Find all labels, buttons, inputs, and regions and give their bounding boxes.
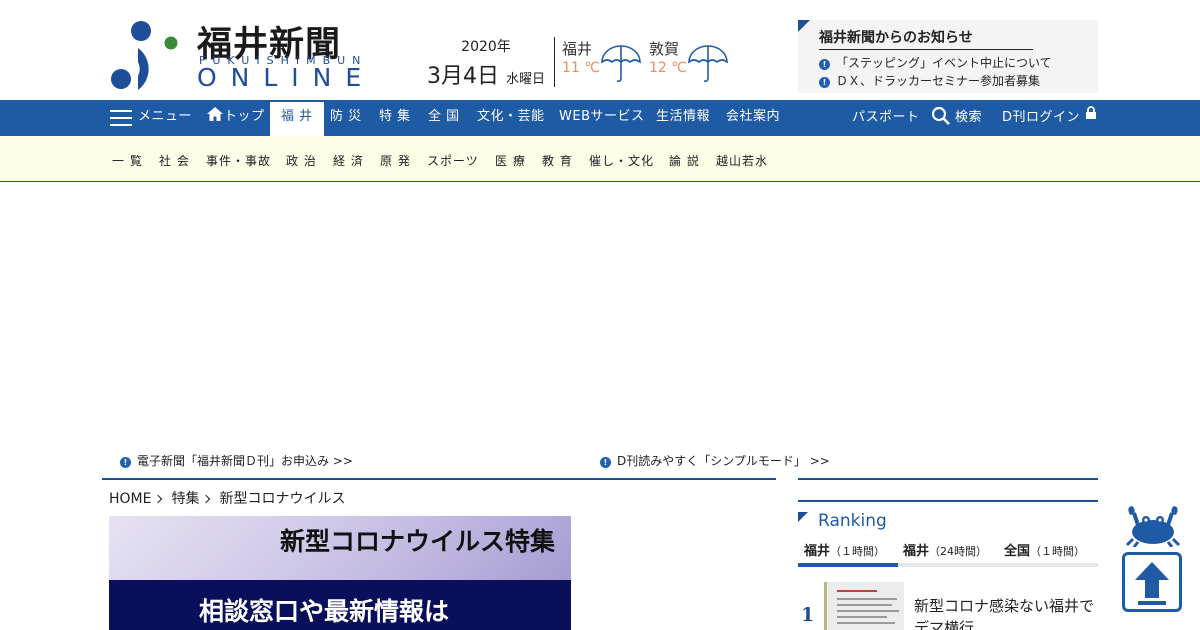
nav-item-fukui[interactable]: 福 井 (270, 102, 324, 136)
breadcrumb: HOME 特集 新型コロナウイルス (109, 488, 345, 508)
site-logo[interactable]: 福井新聞 FUKUISHIMBUN ONLINE (110, 18, 361, 93)
ranking-tab-period: （24時間） (929, 545, 988, 558)
date-day: 3月4日 水曜日 (420, 58, 552, 90)
notice-title: 福井新聞からのお知らせ (819, 27, 1033, 50)
lock-icon (1085, 106, 1096, 119)
date-divider (554, 37, 555, 87)
date-display: 2020年 3月4日 水曜日 (420, 36, 552, 90)
notice-corner (798, 20, 810, 32)
subnav-item[interactable]: 事件・事故 (206, 152, 271, 169)
nav-item-tokushu[interactable]: 特 集 (379, 100, 411, 136)
promo-label: D刊読みやすく「シンプルモード」 >> (617, 454, 830, 468)
ranking-corner (798, 512, 808, 522)
subnav-item[interactable]: 教 育 (542, 152, 573, 169)
banner-subtitle: 相談窓口や最新情報は (199, 597, 450, 626)
chevron-right-icon (154, 494, 163, 504)
weather-temp: 12 ℃ (649, 60, 687, 76)
divider (798, 500, 1098, 502)
subnav-item[interactable]: スポーツ (427, 152, 479, 169)
subnav-item[interactable]: 一 覧 (112, 152, 143, 169)
nav-item-life-info[interactable]: 生活情報 (656, 100, 710, 136)
logo-online: ONLINE (197, 63, 376, 92)
umbrella-icon (601, 45, 641, 82)
ranking-thumbnail[interactable] (824, 582, 904, 630)
nav-item-label: トップ (224, 109, 265, 124)
nav-item-company[interactable]: 会社案内 (726, 100, 780, 136)
weather-city: 福井 (562, 40, 593, 58)
home-icon (207, 107, 223, 121)
search-icon (931, 106, 950, 125)
weather-temp: 11 ℃ (562, 60, 600, 76)
info-icon: ! (600, 457, 611, 468)
ranking-number: 1 (801, 604, 815, 626)
subnav-item[interactable]: 政 治 (286, 152, 317, 169)
promo-label: 電子新聞「福井新聞Ｄ刊」お申込み >> (137, 454, 353, 468)
nav-item-bosai[interactable]: 防 災 (330, 100, 362, 136)
ranking-tab-period: （１時間） (1030, 545, 1086, 558)
subnav-item[interactable]: 催し・文化 (589, 152, 654, 169)
ranking-tab[interactable]: 全国（１時間） (1004, 540, 1085, 559)
subnav-item[interactable]: 経 済 (333, 152, 364, 169)
ranking-tab-period: （１時間） (830, 545, 886, 558)
divider (102, 478, 776, 480)
nav-login[interactable]: D刊ログイン (1002, 101, 1097, 137)
subnav-item[interactable]: 医 療 (495, 152, 526, 169)
ranking-tab-name: 福井 (903, 544, 930, 559)
subnav-item[interactable]: 論 説 (669, 152, 700, 169)
date-day-value: 3月4日 (426, 64, 499, 89)
breadcrumb-current: 新型コロナウイルス (219, 491, 346, 507)
promo-link-simple-mode[interactable]: ! D刊読みやすく「シンプルモード」 >> (600, 452, 830, 469)
ranking-tab-name: 全国 (1004, 544, 1031, 559)
scroll-to-top-button[interactable] (1122, 552, 1182, 612)
nav-item-zenkoku[interactable]: 全 国 (428, 100, 460, 136)
date-year: 2020年 (461, 39, 511, 55)
umbrella-icon (688, 45, 728, 82)
ranking-tab[interactable]: 福井（１時間） (804, 540, 885, 559)
weather-fukui[interactable]: 福井 11 ℃ (562, 38, 647, 88)
date-weekday: 水曜日 (505, 72, 545, 87)
ranking-title: Ranking (818, 511, 887, 531)
nav-search-label: 検索 (955, 110, 983, 125)
subnav-item[interactable]: 社 会 (159, 152, 190, 169)
nav-menu-label[interactable]: メニュー (138, 100, 192, 136)
breadcrumb-home[interactable]: HOME (109, 491, 151, 507)
nav-item-culture[interactable]: 文化・芸能 (477, 100, 545, 136)
sub-nav: 一 覧 社 会 事件・事故 政 治 経 済 原 発 スポーツ 医 療 教 育 催… (0, 136, 1200, 182)
nav-item-web-service[interactable]: WEBサービス (559, 100, 645, 136)
notice-item[interactable]: ! 「ステッピング」イベント中止について (819, 54, 1052, 71)
subnav-item[interactable]: 越山若水 (716, 152, 768, 169)
nav-passport[interactable]: パスポート (852, 101, 920, 137)
chevron-right-icon (202, 494, 211, 504)
logo-mark-icon (111, 21, 178, 90)
weather-tsuruga[interactable]: 敦賀 12 ℃ (649, 38, 734, 88)
breadcrumb-tokushu[interactable]: 特集 (171, 491, 199, 507)
page: 福井新聞 FUKUISHIMBUN ONLINE 2020年 3月4日 水曜日 … (0, 0, 1200, 630)
crab-mascot-icon[interactable] (1124, 505, 1182, 547)
notice-box: 福井新聞からのお知らせ ! 「ステッピング」イベント中止について ! ＤＸ、ドラッカ… (798, 20, 1098, 93)
ranking-article-title[interactable]: 新型コロナ感染ない福井でデマ横行 (914, 595, 1098, 630)
notice-item-label: ＤＸ、ドラッカーセミナー参加者募集 (836, 74, 1041, 88)
banner-title: 新型コロナウイルス特集 (279, 527, 555, 556)
info-icon: ! (120, 457, 131, 468)
corona-feature-banner[interactable]: 新型コロナウイルス特集 相談窓口や最新情報は (109, 516, 571, 630)
nav-login-label: D刊ログイン (1002, 110, 1081, 125)
nav-item-top[interactable]: トップ (206, 100, 265, 136)
notice-item-label: 「ステッピング」イベント中止について (836, 56, 1052, 70)
arrow-up-icon (1135, 562, 1169, 605)
ranking-tab-active-indicator (798, 563, 898, 567)
ranking-tab-name: 福井 (804, 544, 831, 559)
notice-item[interactable]: ! ＤＸ、ドラッカーセミナー参加者募集 (819, 72, 1040, 89)
promo-link-dkan[interactable]: ! 電子新聞「福井新聞Ｄ刊」お申込み >> (120, 452, 353, 469)
subnav-item[interactable]: 原 発 (380, 152, 411, 169)
weather-city: 敦賀 (649, 40, 680, 58)
info-icon: ! (819, 59, 830, 70)
divider (798, 478, 1098, 480)
info-icon: ! (819, 77, 830, 88)
nav-search[interactable]: 検索 (931, 101, 982, 137)
ranking-tab[interactable]: 福井（24時間） (903, 540, 987, 559)
hamburger-menu-icon[interactable] (110, 110, 132, 126)
